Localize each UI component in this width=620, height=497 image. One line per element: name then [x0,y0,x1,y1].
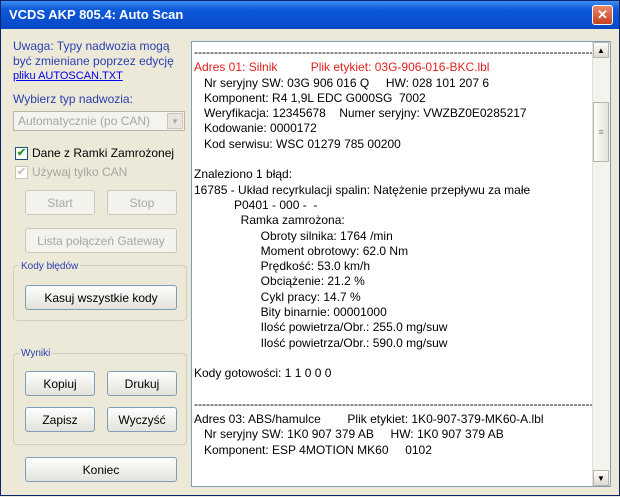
output-line: Ilość powietrza/Obr.: 255.0 mg/suw [194,320,448,335]
body-type-value: Automatycznie (po CAN) [18,114,151,128]
output-line: 16785 - Układ recyrkulacji spalin: Natęż… [194,182,531,197]
output-line: Bity binarnie: 00001000 [194,305,387,320]
start-button[interactable]: Start [25,190,95,215]
output-line: P0401 - 000 - - [194,197,318,212]
body-type-label: Wybierz typ nadwozia: [13,92,133,106]
fault-codes-group-title: Kody błędów [19,261,81,272]
output-line: Prędkość: 53.0 km/h [194,259,371,274]
scan-results-content: ----------------------------------------… [194,45,598,458]
freeze-frame-label: Dane z Ramki Zamrożonej [32,146,175,160]
output-line: Komponent: ESP 4MOTION MK60 0102 [194,442,432,457]
output-line: ----------------------------------------… [194,396,598,411]
scroll-down-icon[interactable]: ▼ [593,470,609,486]
gateway-list-button[interactable]: Lista połączeń Gateway [25,228,177,253]
body-type-warning: Uwaga: Typy nadwozia mogą być zmieniane … [13,39,174,68]
body-type-select[interactable]: Automatycznie (po CAN) ▼ [13,111,185,131]
output-line: Znaleziono 1 błąd: [194,167,293,182]
output-line: Weryfikacja: 12345678 Numer seryjny: VWZ… [194,106,527,121]
auto-scan-window: VCDS AKP 805.4: Auto Scan ✕ Uwaga: Typy … [0,0,620,496]
output-line: Nr seryjny SW: 1K0 907 379 AB HW: 1K0 90… [194,427,504,442]
stop-button[interactable]: Stop [107,190,177,215]
output-line: Kodowanie: 0000172 [194,121,317,136]
output-line: Kody gotowości: 1 1 0 0 0 [194,366,332,381]
output-line: Ramka zamrożona: [194,213,345,228]
output-line: Nr seryjny SW: 03G 906 016 Q HW: 028 101… [194,75,490,90]
output-line: Obciążenie: 21.2 % [194,274,365,289]
can-only-label: Używaj tylko CAN [32,165,128,179]
freeze-frame-checkbox[interactable]: ✔ [15,147,28,160]
autoscan-file-link[interactable]: pliku AUTOSCAN.TXT [13,70,123,82]
scan-results-textbox[interactable]: ----------------------------------------… [191,41,611,487]
control-panel: Uwaga: Typy nadwozia mogą być zmieniane … [1,29,189,497]
window-title: VCDS AKP 805.4: Auto Scan [9,7,184,22]
scroll-thumb[interactable]: ≡ [593,102,609,162]
output-line: Kod serwisu: WSC 01279 785 00200 [194,136,401,151]
can-only-checkbox[interactable]: ✔ [15,166,28,179]
output-line: ----------------------------------------… [194,45,598,59]
chevron-down-icon[interactable]: ▼ [167,113,183,129]
vertical-scrollbar[interactable]: ▲ ≡ ▼ [592,42,610,486]
save-button[interactable]: Zapisz [25,407,95,432]
output-line: Ilość powietrza/Obr.: 590.0 mg/suw [194,335,448,350]
output-line: Adres 03: ABS/hamulce Plik etykiet: 1K0-… [194,412,544,427]
close-button[interactable]: ✕ [592,5,613,25]
copy-button[interactable]: Kopiuj [25,371,95,396]
clear-button[interactable]: Wyczyść [107,407,177,432]
scroll-up-icon[interactable]: ▲ [593,42,609,58]
output-line: Moment obrotowy: 62.0 Nm [194,243,409,258]
title-bar[interactable]: VCDS AKP 805.4: Auto Scan ✕ [1,1,619,29]
results-group-title: Wyniki [19,348,53,359]
output-line: Obroty silnika: 1764 /min [194,228,393,243]
close-icon: ✕ [597,7,608,22]
exit-button[interactable]: Koniec [25,457,177,482]
output-line: Cykl pracy: 14.7 % [194,289,361,304]
clear-all-codes-button[interactable]: Kasuj wszystkie kody [25,285,177,310]
output-line: Adres 01: Silnik Plik etykiet: 03G-906-0… [194,60,490,75]
output-line: Komponent: R4 1,9L EDC G000SG 7002 [194,90,426,105]
print-button[interactable]: Drukuj [107,371,177,396]
